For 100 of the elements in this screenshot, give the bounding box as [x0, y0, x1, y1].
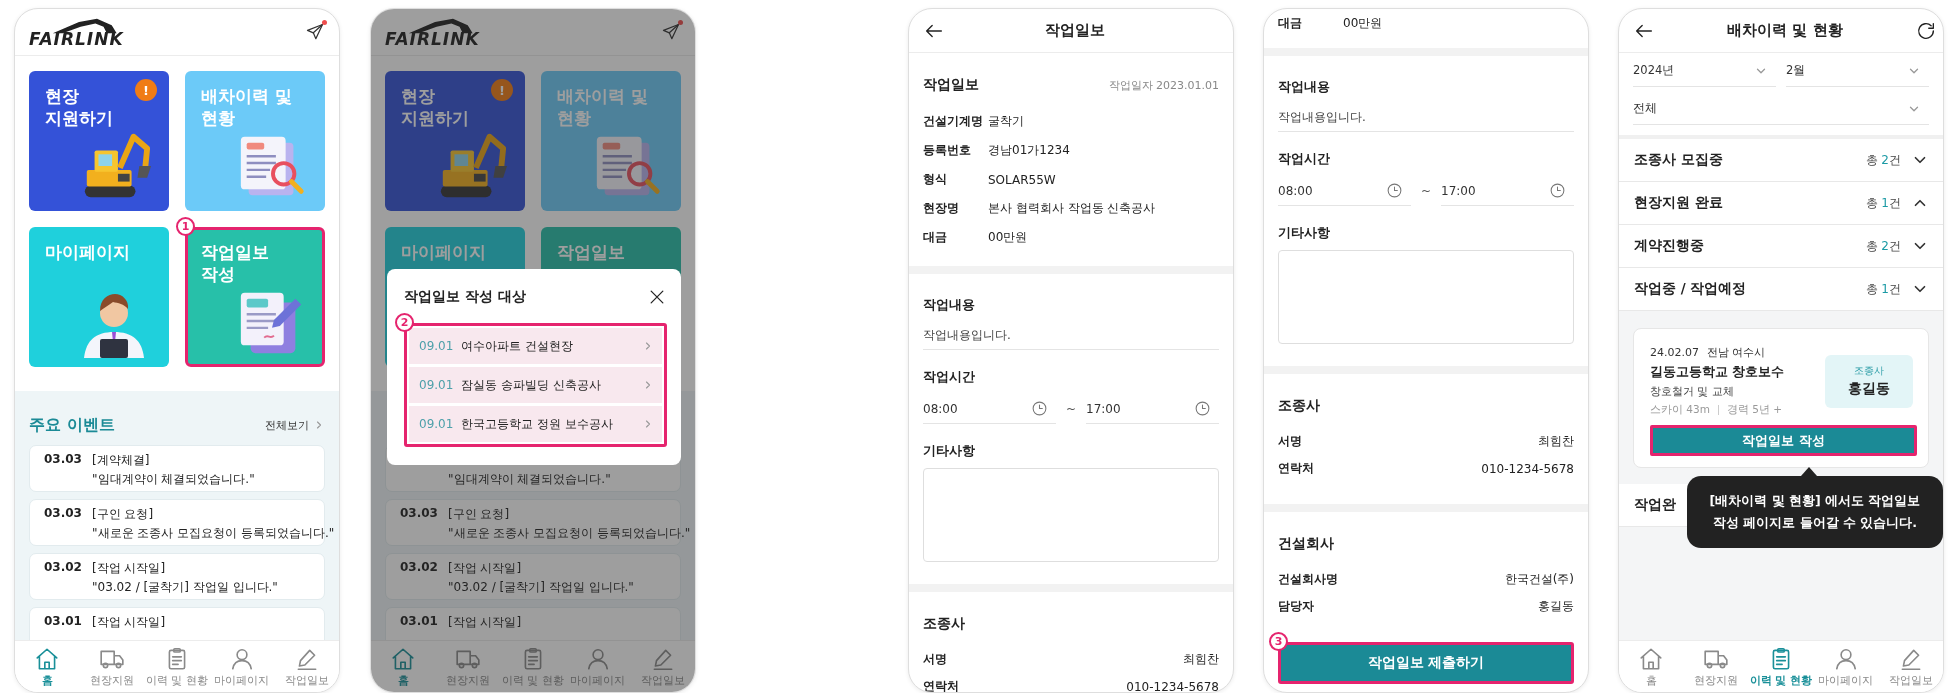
- clock-icon: [1194, 400, 1211, 417]
- logo: FAIRLINK: [385, 16, 481, 48]
- tab-item[interactable]: 이력 및 현황: [500, 641, 566, 692]
- pilot-name: 홍길동: [1848, 380, 1890, 398]
- tab-item[interactable]: 현장지원: [1683, 641, 1749, 692]
- field-label: 건설회사명: [1278, 571, 1338, 588]
- field-value: 굴착기: [988, 113, 1024, 130]
- event-category: [작업 시작일]: [92, 560, 166, 576]
- field-label: 건설기계명: [923, 113, 984, 130]
- list-item[interactable]: 09.01 한국고등학교 정원 보수공사: [409, 406, 662, 442]
- memo-field[interactable]: [923, 468, 1219, 562]
- screen-title: 배차이력 및 현황: [1726, 21, 1844, 40]
- tab-item[interactable]: 홈: [15, 641, 80, 692]
- screen-title: 작업일보: [1044, 21, 1106, 40]
- event-category: [작업 시작일]: [92, 614, 166, 630]
- section-title: 주요 이벤트: [29, 414, 115, 436]
- event-date: 03.03: [44, 506, 82, 522]
- field-value: 경남01가1234: [988, 142, 1070, 159]
- accordion-row[interactable]: 조종사 모집중 총 2건: [1619, 139, 1943, 182]
- field-label: 연락처: [1278, 460, 1314, 477]
- event-date: 03.01: [44, 614, 82, 630]
- clock-icon: [1549, 182, 1566, 199]
- text-field[interactable]: 작업내용입니다.: [1278, 104, 1574, 132]
- text-field[interactable]: 작업내용입니다.: [923, 322, 1219, 350]
- field-label: 기타사항: [1278, 224, 1331, 242]
- field-label: 연락처: [923, 678, 959, 692]
- alert-badge: !: [135, 79, 157, 101]
- menu-tile[interactable]: 현장 지원하기 !: [29, 71, 169, 211]
- menu-tile[interactable]: 현장 지원하기 !: [385, 71, 525, 211]
- field-label: 서명: [1278, 433, 1302, 450]
- event-message: "03.02 / [굴착기] 작업일 입니다.": [448, 579, 634, 595]
- job-meta: 스카이 43m: [1650, 403, 1710, 417]
- field-label: 현장명: [923, 200, 960, 217]
- select-field[interactable]: 전체: [1633, 93, 1929, 125]
- clock-icon: [1030, 400, 1048, 417]
- list-item[interactable]: 09.01 잠실동 송파빌딩 신축공사: [409, 367, 662, 403]
- field-value: 010-1234-5678: [1126, 679, 1219, 692]
- event-category: [작업 시작일]: [448, 614, 522, 630]
- field-value: 00만원: [988, 229, 1028, 246]
- step-badge: 1: [176, 217, 195, 236]
- clock-icon: [1385, 182, 1403, 199]
- memo-field[interactable]: [1278, 250, 1574, 344]
- tab-item[interactable]: 마이페이지: [209, 641, 275, 692]
- job-date: 24.02.07: [1650, 346, 1699, 359]
- field-label: 작업시간: [1278, 150, 1331, 168]
- accordion-row[interactable]: 계약진행중 총 2건: [1619, 225, 1943, 268]
- event-message: "임대계약이 체결되었습니다.": [92, 471, 255, 487]
- section-heading: 조종사: [1278, 397, 1320, 415]
- alert-badge: !: [491, 79, 513, 101]
- view-all-link[interactable]: 전체보기: [265, 417, 325, 433]
- tab-item[interactable]: 마이페이지: [565, 641, 631, 692]
- event-category: [구인 요청]: [92, 506, 154, 522]
- field-label: 기타사항: [923, 442, 976, 460]
- select-field[interactable]: 2024년: [1633, 55, 1776, 87]
- range-separator: ~: [1420, 184, 1432, 198]
- field-label: 작업시간: [923, 368, 976, 386]
- tab-item[interactable]: 마이페이지: [1813, 641, 1879, 692]
- field-value: 010-1234-5678: [1481, 461, 1574, 476]
- section-heading: 작업일보: [923, 76, 979, 94]
- tab-item[interactable]: 이력 및 현황: [144, 641, 210, 692]
- event-date: 03.03: [400, 506, 438, 522]
- tab-item[interactable]: 현장지원: [79, 641, 145, 692]
- time-field[interactable]: 08:00: [1278, 176, 1411, 206]
- field-label: 작업내용: [923, 296, 976, 314]
- job-subtitle: 창호철거 및 교체: [1650, 385, 1735, 399]
- time-field[interactable]: 17:00: [1086, 394, 1219, 424]
- event-message: "새로운 조종사 모집요청이 등록되었습니다.": [448, 525, 691, 541]
- event-message: "03.02 / [굴착기] 작업일 입니다.": [92, 579, 278, 595]
- field-value: 최힘찬: [1538, 433, 1574, 450]
- field-label: 서명: [923, 651, 947, 668]
- send-icon[interactable]: [305, 22, 325, 42]
- list-item[interactable]: 09.01 여수아파트 건설현장: [409, 328, 662, 364]
- accordion-row[interactable]: 작업중 / 작업예정 총 1건: [1619, 268, 1943, 311]
- section-heading: 조종사: [923, 615, 965, 633]
- time-field[interactable]: 17:00: [1441, 176, 1574, 206]
- tab-item[interactable]: 작업일보: [630, 641, 695, 692]
- tab-item[interactable]: 이력 및 현황: [1748, 641, 1814, 692]
- tab-item[interactable]: 홈: [371, 641, 436, 692]
- event-category: [계약체결]: [92, 452, 150, 468]
- report-date: 작업일자 2023.01.01: [1108, 77, 1219, 93]
- field-label: 대금: [1278, 15, 1303, 32]
- event-date: 03.02: [44, 560, 82, 576]
- tab-item[interactable]: 작업일보: [274, 641, 339, 692]
- field-value: SOLAR55W: [988, 172, 1056, 187]
- accordion-row[interactable]: 현장지원 완료 총 1건: [1619, 182, 1943, 225]
- tab-item[interactable]: 현장지원: [435, 641, 501, 692]
- tab-item[interactable]: 홈: [1619, 641, 1684, 692]
- event-category: [구인 요청]: [448, 506, 510, 522]
- tab-item[interactable]: 작업일보: [1878, 641, 1943, 692]
- send-icon[interactable]: [661, 22, 681, 42]
- write-report-button[interactable]: 작업일보 작성: [1650, 425, 1917, 456]
- event-date: 03.03: [44, 452, 82, 468]
- field-label: 작업내용: [1278, 78, 1331, 96]
- event-category: [작업 시작일]: [448, 560, 522, 576]
- select-field[interactable]: 2월: [1786, 55, 1929, 87]
- section-heading: 건설회사: [1278, 535, 1334, 553]
- field-value: 홍길동: [1538, 598, 1574, 615]
- time-field[interactable]: 08:00: [923, 394, 1056, 424]
- pilot-role: 조종사: [1854, 364, 1884, 378]
- step-badge: 3: [1269, 632, 1288, 651]
